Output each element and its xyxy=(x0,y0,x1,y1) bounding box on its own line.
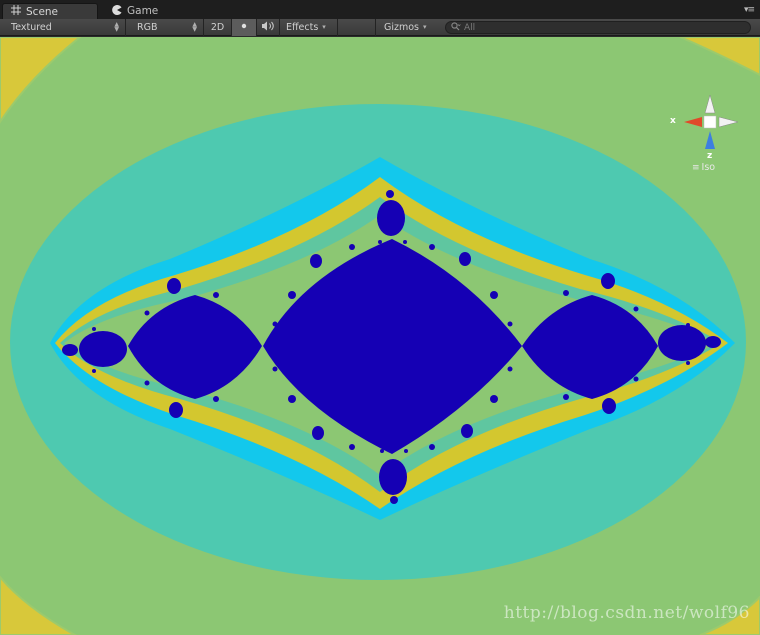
light-bulb-icon xyxy=(240,22,248,33)
effects-label: Effects xyxy=(286,21,319,33)
render-mode-label: RGB xyxy=(137,21,158,33)
dropdown-arrows-icon: ▲ ▼ xyxy=(114,20,119,33)
gizmos-label: Gizmos xyxy=(384,21,420,33)
render-mode-dropdown[interactable]: RGB ▲ ▼ xyxy=(126,18,204,36)
shading-mode-label: Textured xyxy=(11,21,52,33)
tab-game-label: Game xyxy=(127,5,159,17)
search-icon xyxy=(451,21,461,34)
toolbar-spacer xyxy=(338,18,376,36)
grid-icon xyxy=(11,5,21,18)
tab-game[interactable]: Game xyxy=(104,3,194,19)
scene-audio-button[interactable] xyxy=(257,18,280,36)
scene-toolbar: Textured ▲ ▼ RGB ▲ ▼ 2D Effects ▾ Gizmos ▾… xyxy=(0,18,760,36)
tab-scene-label: Scene xyxy=(26,5,59,18)
tab-options-menu-icon[interactable]: ▾≡ xyxy=(744,5,755,15)
dropdown-arrows-icon: ▲ ▼ xyxy=(192,20,197,33)
projection-toggle[interactable]: ≡ Iso xyxy=(692,162,715,173)
projection-label: Iso xyxy=(701,162,716,173)
speaker-icon xyxy=(261,21,275,34)
hierarchy-search-field[interactable]: All xyxy=(445,21,751,34)
toggle-2d-button[interactable]: 2D xyxy=(204,18,232,36)
shading-mode-dropdown[interactable]: Textured ▲ ▼ xyxy=(0,18,126,36)
effects-dropdown[interactable]: Effects ▾ xyxy=(280,18,338,36)
julia-fractal-render xyxy=(0,37,760,635)
watermark-text: http://blog.csdn.net/wolf96 xyxy=(503,603,750,623)
gizmo-x-label: x xyxy=(670,116,676,126)
gizmo-z-label: z xyxy=(707,151,713,161)
menu-lines-icon: ≡ xyxy=(692,162,700,173)
search-placeholder: All xyxy=(464,22,476,33)
toggle-2d-label: 2D xyxy=(210,21,225,33)
scene-orientation-gizmo[interactable]: x z ≡ Iso xyxy=(665,91,745,181)
pacman-icon xyxy=(112,4,122,18)
chevron-down-icon: ▾ xyxy=(423,23,427,31)
gizmos-dropdown[interactable]: Gizmos ▾ xyxy=(376,19,436,36)
tab-scene[interactable]: Scene xyxy=(2,3,98,19)
tab-strip: Scene Game ▾≡ xyxy=(0,0,760,19)
scene-lighting-button[interactable] xyxy=(232,18,257,36)
chevron-down-icon: ▾ xyxy=(322,23,326,31)
scene-viewport[interactable]: x z ≡ Iso http://blog.csdn.net/wolf96 xyxy=(0,37,760,635)
